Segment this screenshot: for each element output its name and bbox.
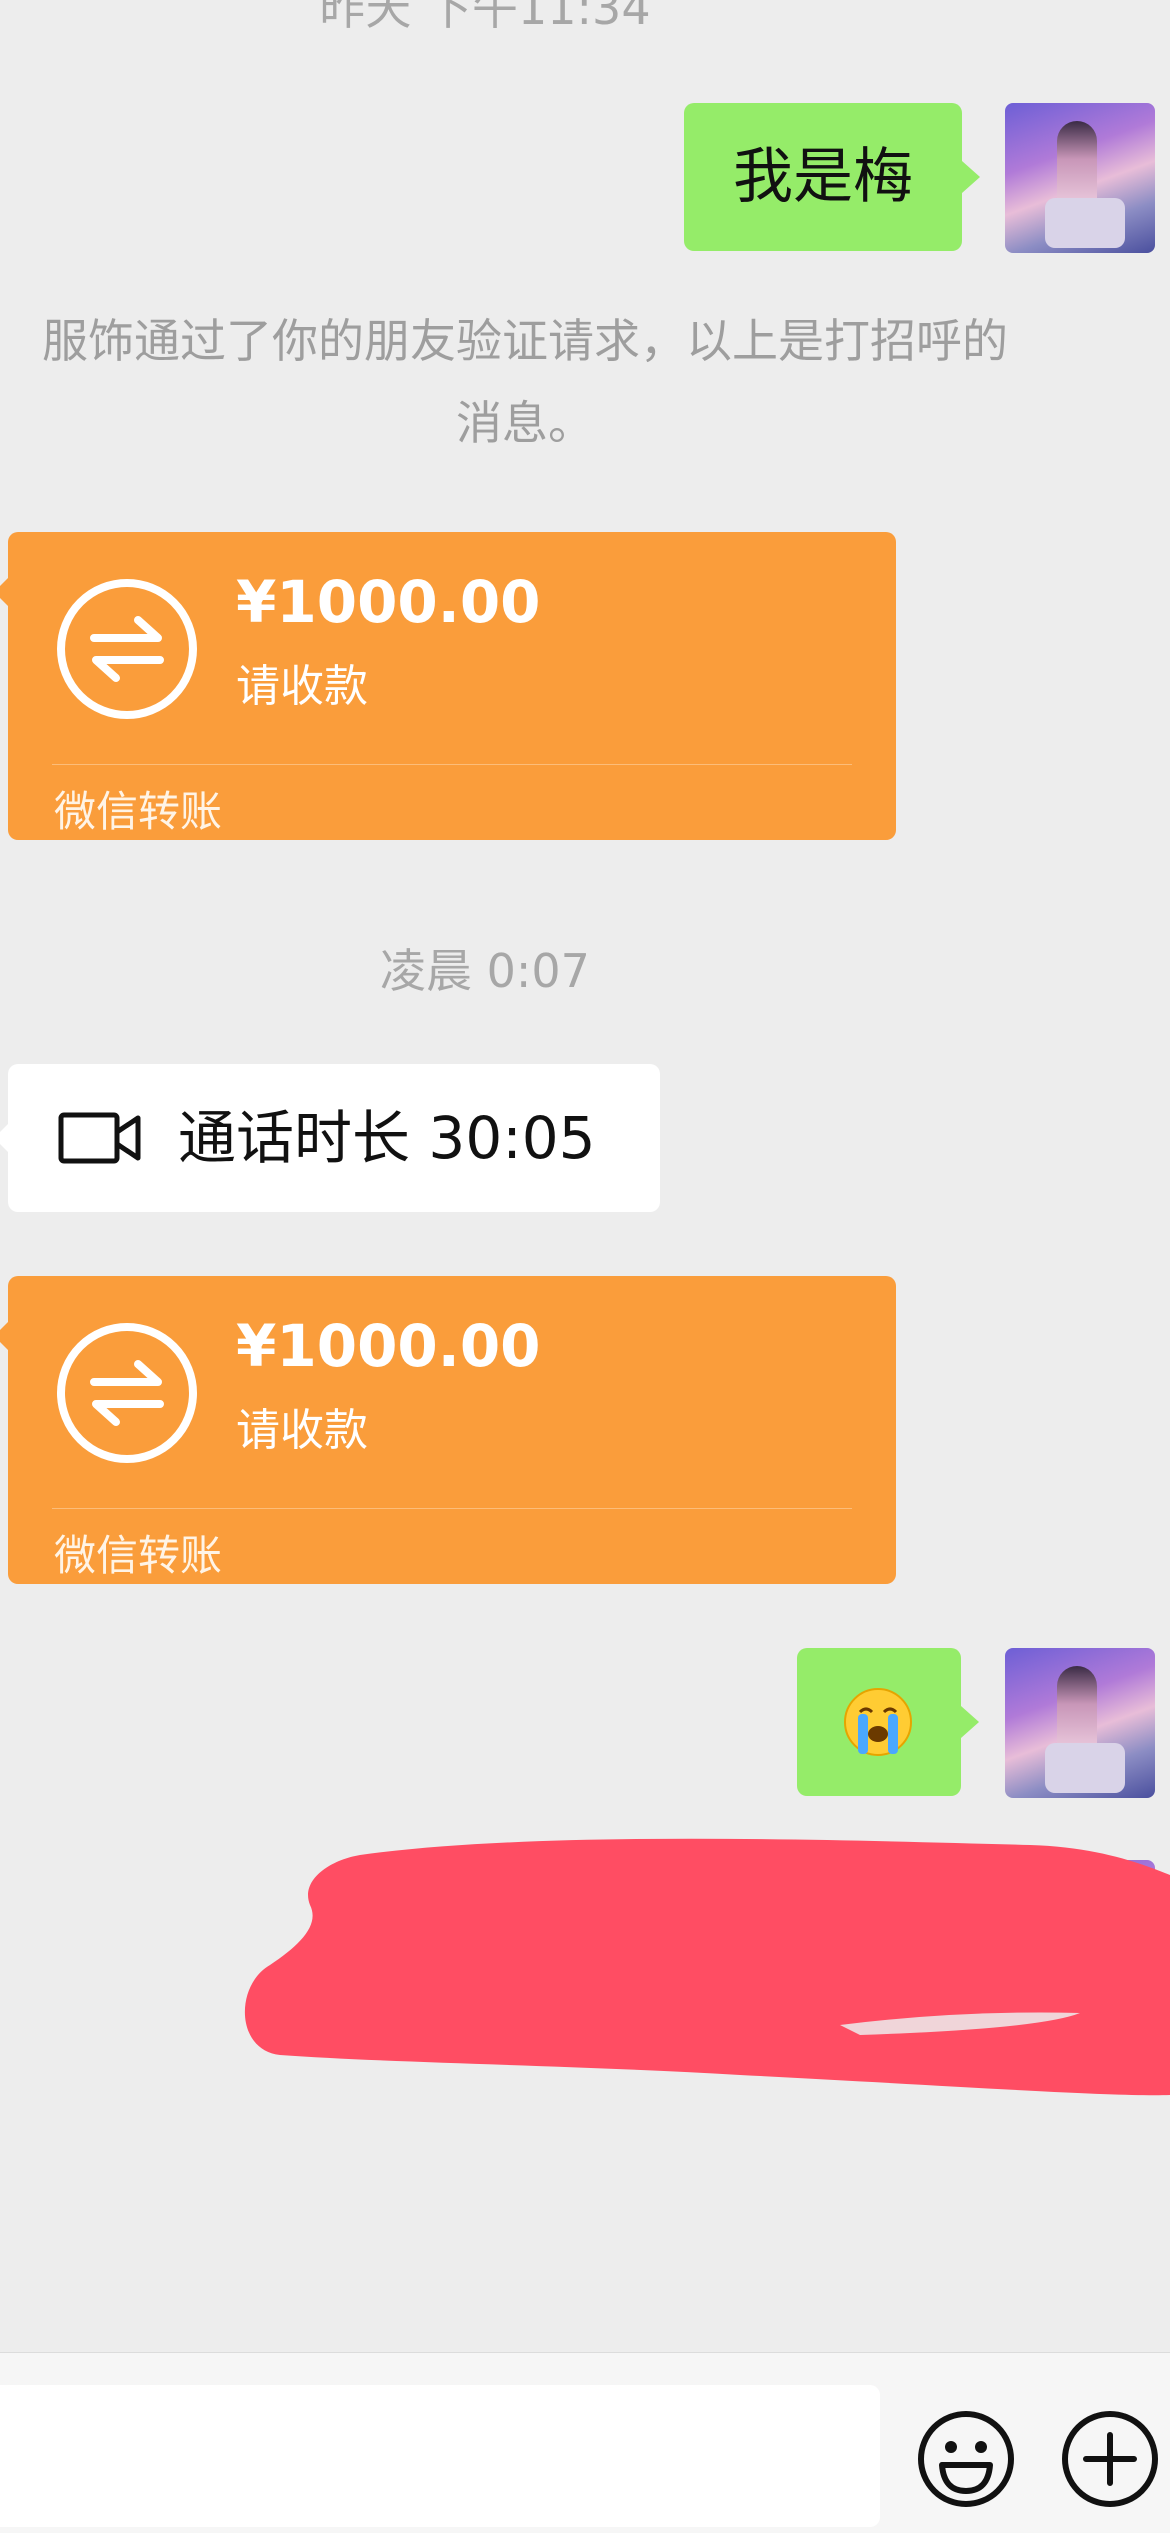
smiley-face-icon[interactable]: [916, 2409, 1016, 2509]
call-duration: 通话时长 30:05: [178, 1104, 596, 1172]
avatar[interactable]: [1005, 103, 1155, 253]
message-input[interactable]: [0, 2385, 880, 2527]
transfer-arrows-icon: [57, 579, 197, 719]
transfer-footer: 微信转账: [54, 787, 223, 836]
transfer-card[interactable]: ¥1000.00 请收款 微信转账: [0, 532, 896, 840]
video-camera-icon: [58, 1112, 141, 1164]
transfer-status: 请收款: [236, 1405, 368, 1456]
transfer-status: 请收款: [236, 661, 368, 712]
transfer-amount: ¥1000.00: [236, 1312, 541, 1380]
video-call-bubble[interactable]: 通话时长 30:05: [0, 1064, 660, 1212]
timestamp-top: 昨天 下午11:34: [319, 0, 651, 35]
divider: [52, 764, 852, 765]
message-bubble-emoji[interactable]: [797, 1648, 961, 1796]
redaction-scribble: [244, 1838, 1170, 2096]
transfer-arrows-icon: [57, 1323, 197, 1463]
divider: [52, 1508, 852, 1509]
transfer-footer: 微信转账: [54, 1531, 223, 1580]
message-bubble-greeting[interactable]: 我是梅: [684, 103, 962, 251]
transfer-amount: ¥1000.00: [236, 568, 541, 636]
transfer-card[interactable]: ¥1000.00 请收款 微信转账: [0, 1276, 896, 1584]
system-notice: 服饰通过了你的朋友验证请求，以上是打招呼的消息。: [42, 314, 1008, 450]
message-text: 我是梅: [733, 142, 913, 212]
crying-face-emoji: [844, 1688, 912, 1756]
input-bar: [0, 2352, 1170, 2533]
plus-circle-icon[interactable]: [1060, 2409, 1160, 2509]
avatar[interactable]: [1005, 1648, 1155, 1798]
timestamp-middle: 凌晨 0:07: [380, 944, 590, 998]
